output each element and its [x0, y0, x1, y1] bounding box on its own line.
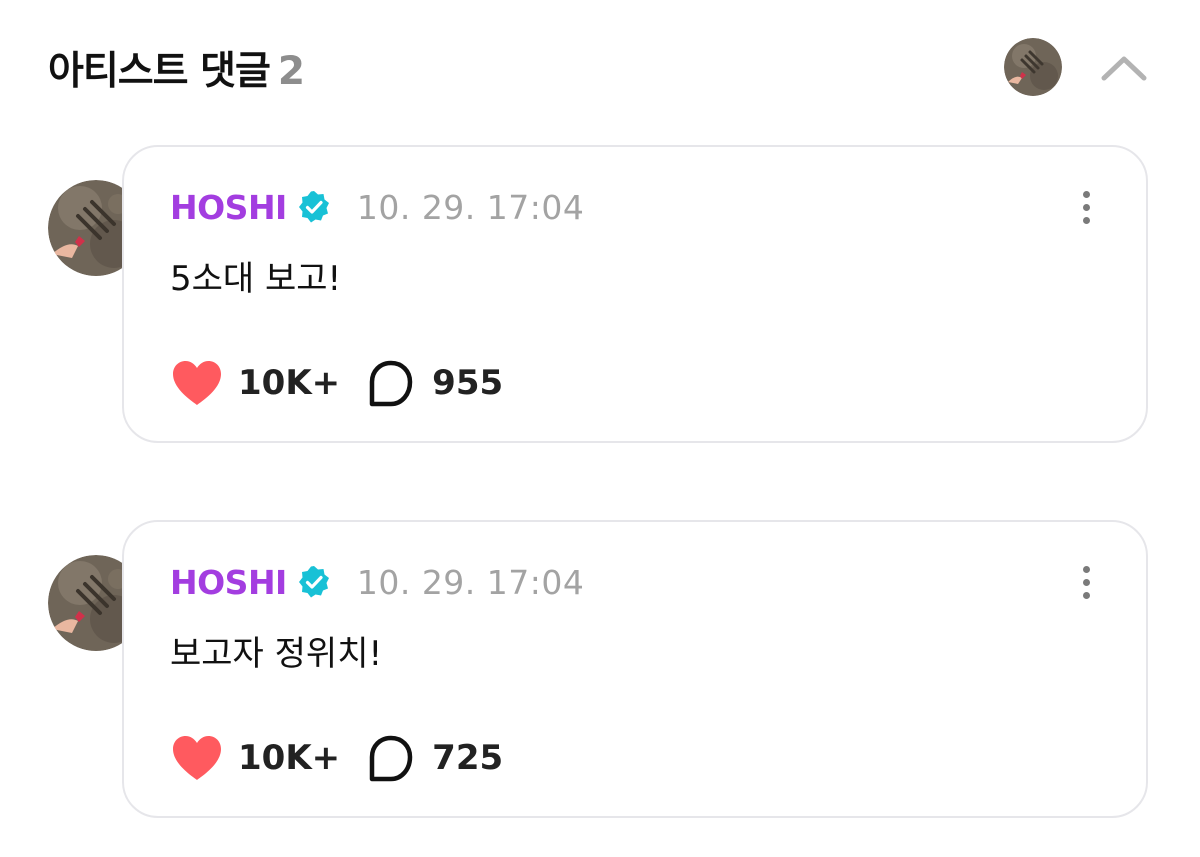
- artist-avatar[interactable]: [1004, 38, 1062, 96]
- comment-text: 5소대 보고!: [170, 259, 342, 299]
- comment-item: HOSHI 10. 29. 17:04 5소대 보고! 10K+ 955: [48, 145, 1152, 445]
- more-options-button[interactable]: [1072, 185, 1100, 229]
- more-vertical-icon: [1082, 565, 1090, 573]
- collapse-button[interactable]: [1096, 42, 1152, 94]
- comment-actions: 10K+ 955: [170, 357, 503, 409]
- comment-timestamp: 10. 29. 17:04: [356, 187, 585, 227]
- avatar-image: [1004, 38, 1062, 96]
- speech-bubble-icon: [369, 735, 413, 782]
- comment-header: HOSHI 10. 29. 17:04: [170, 560, 584, 604]
- comment-timestamp: 10. 29. 17:04: [356, 562, 585, 602]
- author-name[interactable]: HOSHI: [170, 188, 287, 227]
- like-button[interactable]: 10K+: [170, 734, 340, 782]
- like-button[interactable]: 10K+: [170, 359, 340, 407]
- comment-actions: 10K+ 725: [170, 732, 503, 784]
- comment-item: HOSHI 10. 29. 17:04 보고자 정위치! 10K+ 725: [48, 520, 1152, 820]
- verified-badge-icon: [298, 566, 329, 598]
- comment-card: HOSHI 10. 29. 17:04 5소대 보고! 10K+ 955: [122, 145, 1148, 443]
- comment-card: HOSHI 10. 29. 17:04 보고자 정위치! 10K+ 725: [122, 520, 1148, 818]
- heart-icon: [173, 361, 221, 405]
- like-count: 10K+: [238, 738, 341, 778]
- reply-button[interactable]: 725: [366, 733, 503, 783]
- reply-button[interactable]: 955: [366, 358, 503, 408]
- comment-text: 보고자 정위치!: [170, 634, 383, 674]
- heart-icon: [173, 736, 221, 780]
- more-vertical-icon: [1082, 190, 1090, 198]
- section-count: 2: [277, 49, 305, 94]
- like-count: 10K+: [238, 363, 341, 403]
- reply-count: 955: [432, 363, 504, 403]
- section-title-text: 아티스트 댓글: [48, 49, 271, 94]
- comment-header: HOSHI 10. 29. 17:04: [170, 185, 584, 229]
- section-title: 아티스트 댓글 2: [48, 40, 305, 96]
- section-header: 아티스트 댓글 2: [48, 36, 1152, 100]
- more-options-button[interactable]: [1072, 560, 1100, 604]
- reply-count: 725: [432, 738, 504, 778]
- speech-bubble-icon: [369, 360, 413, 407]
- author-name[interactable]: HOSHI: [170, 563, 287, 602]
- chevron-up-icon: [1101, 56, 1147, 81]
- artist-comments-page: 아티스트 댓글 2 HOSHI 10. 29. 17:04 5소대 보고! 10…: [0, 0, 1200, 857]
- verified-badge-icon: [298, 191, 329, 223]
